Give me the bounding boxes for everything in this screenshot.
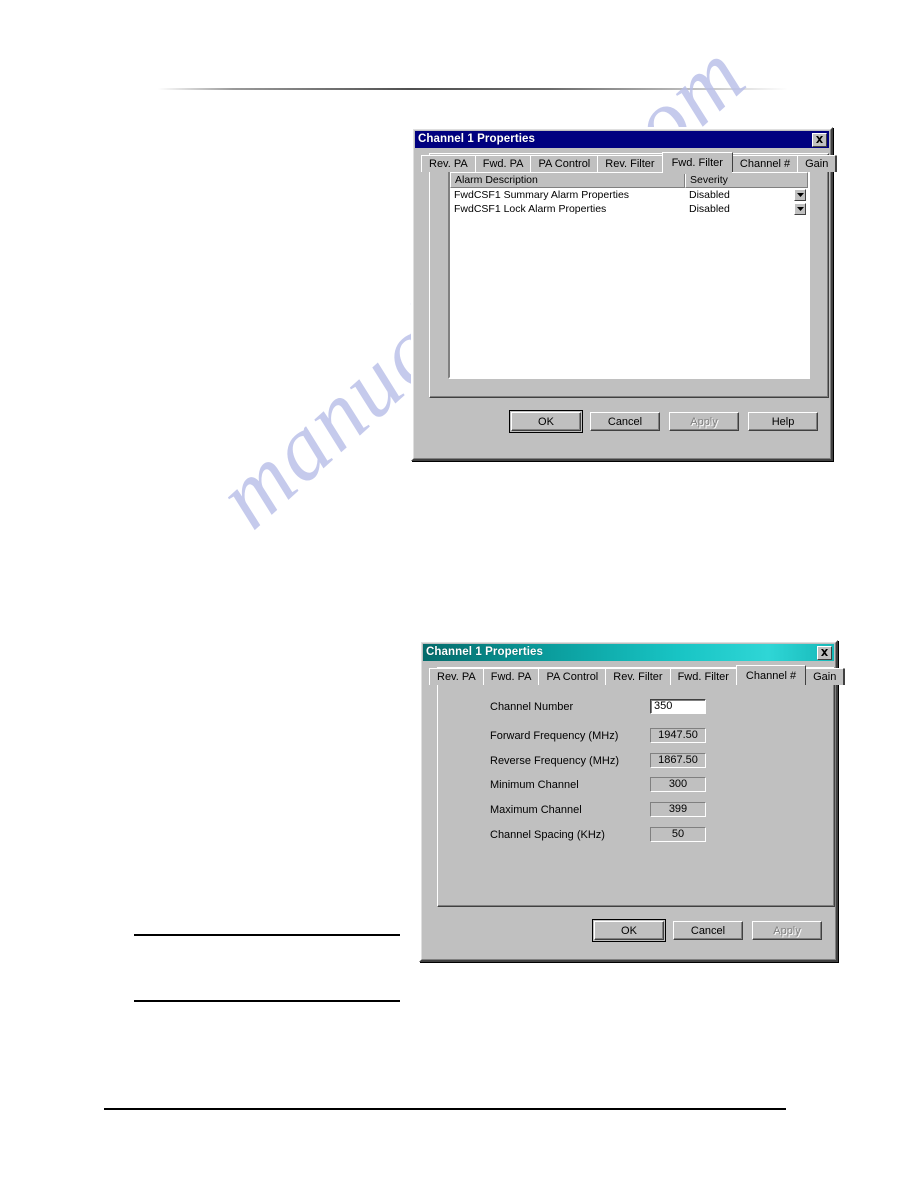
label-maximum-channel: Maximum Channel: [490, 803, 582, 816]
page-rule-middle-lower: [134, 1000, 400, 1002]
tab-label: Gain: [813, 671, 837, 683]
tab-rev-filter[interactable]: Rev. Filter: [605, 668, 671, 685]
scanned-page: manualshive.com Channel 1 Properties Rev…: [0, 0, 918, 1188]
apply-button: Apply: [752, 921, 822, 940]
chevron-down-icon[interactable]: [794, 189, 806, 201]
tab-label: Fwd. PA: [490, 671, 532, 683]
cell-alarm-description: FwdCSF1 Summary Alarm Properties: [454, 189, 630, 201]
dialog-button-row: OK Cancel Apply: [421, 919, 836, 942]
close-icon[interactable]: [812, 132, 827, 147]
severity-value: Disabled: [689, 189, 730, 201]
field-row-reverse-frequency: Reverse Frequency (MHz) 1867.50: [490, 752, 810, 769]
tab-channel-num[interactable]: Channel #: [735, 665, 807, 687]
tabstrip-fwd-filter: Rev. PA Fwd. PA PA Control Rev. Filter F…: [421, 152, 838, 174]
cell-severity[interactable]: Disabled: [685, 203, 808, 215]
chevron-down-icon[interactable]: [794, 203, 806, 215]
tabpage-fwd-filter: Alarm Description Severity FwdCSF1 Summa…: [429, 153, 829, 398]
tabpage-channel-number: Channel Number 350 Forward Frequency (MH…: [437, 667, 835, 907]
button-label: Help: [771, 415, 795, 428]
maximum-channel-value: 399: [650, 802, 706, 817]
tab-label: PA Control: [538, 158, 591, 170]
channel-properties-dialog-channel-number: Channel 1 Properties Rev. PA Fwd. PA PA …: [419, 640, 846, 962]
listview-body: FwdCSF1 Summary Alarm Properties Disable…: [450, 188, 808, 216]
cancel-button[interactable]: Cancel: [673, 921, 743, 940]
field-row-minimum-channel: Minimum Channel 300: [490, 776, 810, 793]
dialog-button-row: OK Cancel Apply Help: [413, 410, 831, 433]
alarm-listview[interactable]: Alarm Description Severity FwdCSF1 Summa…: [448, 170, 810, 379]
tab-label: Rev. Filter: [605, 158, 655, 170]
page-rule-bottom: [104, 1108, 786, 1110]
tab-label: Rev. PA: [429, 158, 468, 170]
titlebar[interactable]: Channel 1 Properties: [415, 131, 829, 148]
tab-label: PA Control: [546, 671, 599, 683]
field-row-forward-frequency: Forward Frequency (MHz) 1947.50: [490, 727, 810, 744]
field-row-channel-number: Channel Number 350: [490, 698, 810, 715]
button-label: Cancel: [690, 924, 726, 937]
ok-button[interactable]: OK: [592, 919, 666, 942]
tab-label: Gain: [805, 158, 829, 170]
tab-channel-num[interactable]: Channel #: [731, 155, 799, 172]
table-row[interactable]: FwdCSF1 Summary Alarm Properties Disable…: [450, 188, 808, 202]
cancel-button[interactable]: Cancel: [590, 412, 660, 431]
tab-rev-pa[interactable]: Rev. PA: [421, 155, 476, 172]
tab-rev-filter[interactable]: Rev. Filter: [597, 155, 663, 172]
tab-gain[interactable]: Gain: [797, 155, 837, 172]
tab-fwd-pa[interactable]: Fwd. PA: [474, 155, 532, 172]
channel-number-input[interactable]: 350: [650, 699, 706, 714]
reverse-frequency-value: 1867.50: [650, 753, 706, 768]
titlebar[interactable]: Channel 1 Properties: [423, 644, 834, 661]
help-button[interactable]: Help: [748, 412, 818, 431]
button-label: OK: [538, 415, 554, 428]
label-forward-frequency: Forward Frequency (MHz): [490, 729, 619, 742]
field-row-maximum-channel: Maximum Channel 399: [490, 801, 810, 818]
dialog-title: Channel 1 Properties: [426, 646, 544, 658]
apply-button: Apply: [669, 412, 739, 431]
label-minimum-channel: Minimum Channel: [490, 778, 579, 791]
label-channel-number: Channel Number: [490, 700, 574, 713]
dialog-title: Channel 1 Properties: [418, 133, 536, 145]
button-label: OK: [621, 924, 637, 937]
tab-label: Rev. Filter: [613, 671, 663, 683]
button-label: Apply: [690, 415, 718, 428]
minimum-channel-value: 300: [650, 777, 706, 792]
channel-form: Channel Number 350 Forward Frequency (MH…: [438, 668, 834, 906]
tab-label: Fwd. Filter: [677, 671, 729, 683]
tab-gain[interactable]: Gain: [805, 668, 845, 685]
label-channel-spacing: Channel Spacing (KHz): [490, 828, 605, 841]
severity-value: Disabled: [689, 203, 730, 215]
tab-label: Fwd. PA: [482, 158, 524, 170]
forward-frequency-value: 1947.50: [650, 728, 706, 743]
table-row[interactable]: FwdCSF1 Lock Alarm Properties Disabled: [450, 202, 808, 216]
tab-fwd-filter[interactable]: Fwd. Filter: [661, 152, 733, 174]
close-icon[interactable]: [817, 645, 832, 660]
tab-label: Channel #: [745, 669, 797, 682]
channel-spacing-value: 50: [650, 827, 706, 842]
tab-fwd-filter[interactable]: Fwd. Filter: [669, 668, 737, 685]
tabstrip-channel-number: Rev. PA Fwd. PA PA Control Rev. Filter F…: [429, 665, 846, 687]
tab-label: Rev. PA: [437, 671, 476, 683]
page-rule-top: [158, 88, 788, 90]
button-label: Apply: [773, 924, 801, 937]
cell-alarm-description: FwdCSF1 Lock Alarm Properties: [454, 203, 607, 215]
label-reverse-frequency: Reverse Frequency (MHz): [490, 754, 619, 767]
button-label: Cancel: [607, 415, 643, 428]
tab-pa-control[interactable]: PA Control: [538, 668, 607, 685]
tab-label: Channel #: [739, 158, 791, 170]
tab-fwd-pa[interactable]: Fwd. PA: [482, 668, 540, 685]
tab-rev-pa[interactable]: Rev. PA: [429, 668, 484, 685]
channel-properties-dialog-fwd-filter: Channel 1 Properties Rev. PA Fwd. PA PA …: [411, 127, 838, 461]
column-header-alarm-description[interactable]: Alarm Description: [450, 172, 685, 188]
field-row-channel-spacing: Channel Spacing (KHz) 50: [490, 826, 810, 843]
page-rule-middle-upper: [134, 934, 400, 936]
ok-button[interactable]: OK: [509, 410, 583, 433]
tab-pa-control[interactable]: PA Control: [530, 155, 599, 172]
tab-label: Fwd. Filter: [671, 156, 723, 169]
column-header-severity[interactable]: Severity: [685, 172, 808, 188]
listview-header: Alarm Description Severity: [450, 172, 808, 188]
cell-severity[interactable]: Disabled: [685, 189, 808, 201]
